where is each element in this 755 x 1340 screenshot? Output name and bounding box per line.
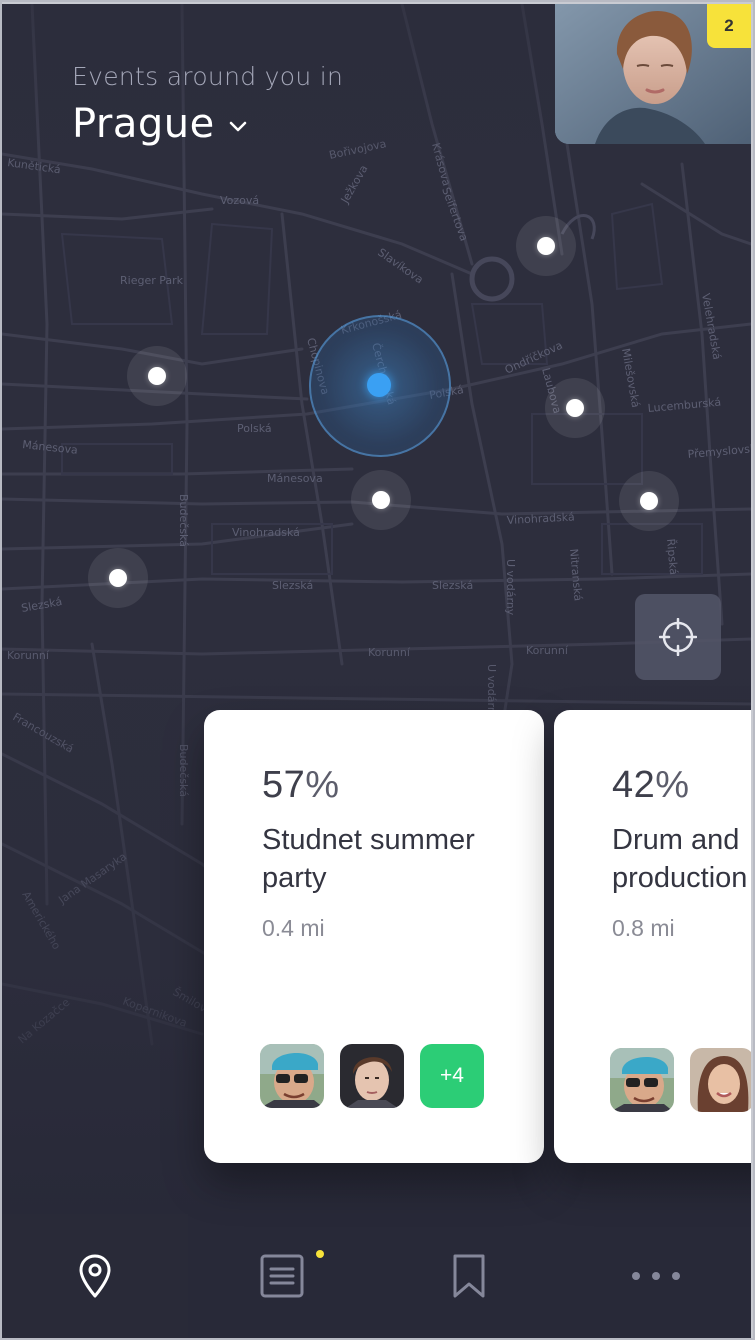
attendee-avatar[interactable] <box>690 1048 751 1112</box>
list-icon <box>260 1254 304 1298</box>
attendee-avatar[interactable] <box>260 1044 324 1108</box>
map-pin-icon <box>79 1254 111 1298</box>
notification-badge[interactable]: 2 <box>707 4 751 48</box>
event-pin[interactable] <box>88 548 148 608</box>
nav-tab-saved[interactable] <box>376 1214 562 1338</box>
profile-avatar[interactable]: 2 <box>555 4 751 144</box>
svg-text:Korunní: Korunní <box>368 646 411 659</box>
event-title: Studnet summer party <box>262 824 475 894</box>
event-pin-dot <box>537 237 555 255</box>
current-location-dot <box>367 373 391 397</box>
attendee-photo-illustration <box>610 1048 674 1112</box>
city-name: Prague <box>72 101 215 147</box>
match-percentage-value: 57 <box>262 764 306 806</box>
attendee-photo-illustration <box>260 1044 324 1108</box>
percent-symbol: % <box>655 764 690 806</box>
attendee-avatar[interactable] <box>340 1044 404 1108</box>
more-attendees-button[interactable]: +4 <box>420 1044 484 1108</box>
app-screen: Kunětická Rieger Park Vozová Bořivojova … <box>2 4 751 1338</box>
event-pin[interactable] <box>619 471 679 531</box>
svg-text:Vozová: Vozová <box>220 194 259 207</box>
svg-text:Budečská: Budečská <box>177 744 190 797</box>
svg-text:Korunní: Korunní <box>7 649 50 662</box>
event-title: Drum and production <box>612 824 748 894</box>
nav-tab-map[interactable] <box>2 1214 188 1338</box>
event-pin[interactable] <box>127 346 187 406</box>
match-percentage-value: 42 <box>612 764 656 806</box>
nav-feed-notification-dot <box>316 1250 324 1258</box>
bottom-nav <box>2 1214 751 1338</box>
percent-symbol: % <box>305 764 340 806</box>
event-card[interactable]: 57% Studnet summer party 0.4 mi +4 <box>204 710 544 1163</box>
svg-text:Vinohradská: Vinohradská <box>232 526 300 539</box>
nav-tab-more[interactable] <box>563 1214 749 1338</box>
match-percentage: 42% <box>612 764 751 807</box>
chevron-down-icon <box>229 121 246 132</box>
svg-text:Slezská: Slezská <box>272 579 313 592</box>
match-percentage: 57% <box>262 764 544 807</box>
event-distance: 0.8 mi <box>612 915 675 941</box>
svg-text:U vodárny: U vodárny <box>504 559 517 616</box>
bookmark-icon <box>453 1254 485 1298</box>
event-distance: 0.4 mi <box>262 915 325 941</box>
attendee-photo-illustration <box>690 1048 751 1112</box>
svg-text:Mánesova: Mánesova <box>267 472 323 485</box>
attendees-row: +4 <box>260 1044 484 1108</box>
svg-text:Korunní: Korunní <box>526 644 569 657</box>
more-dots-icon <box>632 1272 680 1280</box>
attendees-row <box>610 1048 751 1112</box>
event-pin[interactable] <box>545 378 605 438</box>
attendee-photo-illustration <box>340 1044 404 1108</box>
svg-text:Slezská: Slezská <box>432 579 473 592</box>
svg-text:Rieger Park: Rieger Park <box>120 274 184 287</box>
crosshair-icon <box>659 618 697 656</box>
event-pin[interactable] <box>351 470 411 530</box>
event-pin-dot <box>109 569 127 587</box>
location-header: Events around you in Prague <box>72 62 343 147</box>
event-pin-dot <box>566 399 584 417</box>
city-selector[interactable]: Prague <box>72 101 343 147</box>
event-pin-dot <box>640 492 658 510</box>
locate-me-button[interactable] <box>635 594 721 680</box>
event-pin-dot <box>372 491 390 509</box>
header-subtitle: Events around you in <box>72 62 344 91</box>
event-pin-dot <box>148 367 166 385</box>
nav-tab-feed[interactable] <box>189 1214 375 1338</box>
event-pin[interactable] <box>516 216 576 276</box>
svg-text:Budečská: Budečská <box>177 494 190 547</box>
attendee-avatar[interactable] <box>610 1048 674 1112</box>
svg-text:Polská: Polská <box>237 422 272 435</box>
event-card[interactable]: 42% Drum and production 0.8 mi <box>554 710 751 1163</box>
